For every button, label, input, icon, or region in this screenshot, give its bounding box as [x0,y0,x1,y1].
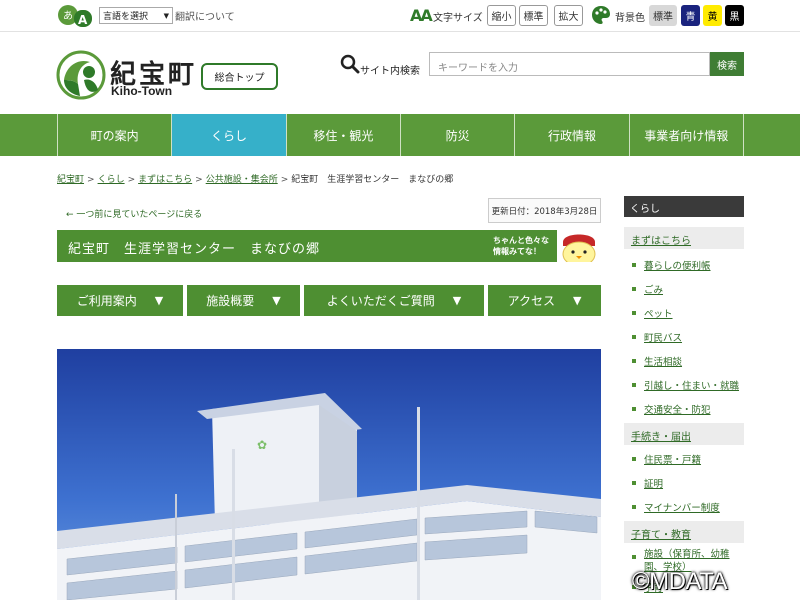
global-nav: 町の案内 くらし 移住・観光 防災 行政情報 事業者向け情報 [0,114,800,156]
font-size-label: 文字サイズ [433,13,483,24]
font-size-icon: AA [410,6,433,25]
triangle-down-icon: ▼ [154,294,164,307]
section-tabs: ご利用案内 ▼ 施設概要 ▼ よくいただくご質問 ▼ アクセス ▼ [57,285,601,316]
sidebar-item[interactable]: ごみ [624,277,744,301]
svg-text:A: A [78,13,88,27]
language-select-value: 言語を選択 [103,12,149,22]
breadcrumb-link[interactable]: 公共施設・集会所 [206,175,278,185]
search-icon [340,54,360,74]
sidebar-item[interactable]: マイナンバー制度 [624,495,744,519]
tab-access[interactable]: アクセス ▼ [488,285,601,316]
tab-label: よくいただくご質問 [326,294,435,308]
facility-photo: ✿ [57,349,601,600]
tab-label: 施設概要 [206,294,255,308]
nav-item-living[interactable]: くらし [171,114,286,156]
mascot-icon [557,230,601,262]
sidebar-item[interactable]: 暮らしの便利帳 [624,253,744,277]
translate-icon: あ A [58,5,92,27]
breadcrumb-link[interactable]: くらし [98,175,125,185]
sidebar-item[interactable]: ペット [624,301,744,325]
font-larger-button[interactable]: 拡大 [554,5,583,26]
sidebar-section-title[interactable]: まずはこちら [624,227,744,249]
sidebar-item[interactable]: 交通安全・防犯 [624,397,744,421]
bg-blue-button[interactable]: 青 [681,5,700,26]
copyright-watermark: ©MDATA [632,568,728,595]
tab-facility-overview[interactable]: 施設概要 ▼ [187,285,300,316]
sidebar-section-title[interactable]: 手続き・届出 [624,423,744,445]
tab-faq[interactable]: よくいただくご質問 ▼ [304,285,484,316]
bg-black-button[interactable]: 黒 [725,5,744,26]
sidebar-item[interactable]: 住民票・戸籍 [624,447,744,471]
breadcrumb-link[interactable]: まずはこちら [138,175,192,185]
chevron-down-icon: ▼ [163,11,169,20]
breadcrumb-current: 紀宝町 生涯学習センター まなびの郷 [291,175,454,185]
sidebar-item[interactable]: 生活相談 [624,349,744,373]
sidebar: くらし まずはこちら 暮らしの便利帳 ごみ ペット 町民バス 生活相談 引越し・… [624,196,744,599]
mascot-message-line: ちゃんと色々な [493,236,549,245]
bg-yellow-button[interactable]: 黄 [703,5,722,26]
updated-date: 更新日付：2018年3月28日 [488,198,601,223]
nav-item-tourism[interactable]: 移住・観光 [285,114,400,156]
page-title: 紀宝町 生涯学習センター まなびの郷 [68,242,321,257]
background-color-label: 背景色 [615,13,645,24]
translation-about-link[interactable]: 翻訳について [175,8,235,23]
town-name-en[interactable]: Kiho-Town [111,84,172,98]
font-smaller-button[interactable]: 縮小 [487,5,516,26]
page-title-band: 紀宝町 生涯学習センター まなびの郷 ちゃんと色々な 情報みてな！ [57,230,601,262]
triangle-down-icon: ▼ [272,294,281,307]
breadcrumb-link[interactable]: 紀宝町 [57,175,84,185]
back-link[interactable]: ← 一つ前に見ていたページに戻る [66,207,202,220]
sidebar-item[interactable]: 証明 [624,471,744,495]
tab-usage-guide[interactable]: ご利用案内 ▼ [57,285,183,316]
top-page-button[interactable]: 総合トップ [201,63,278,90]
font-standard-button[interactable]: 標準 [519,5,548,26]
triangle-down-icon: ▼ [452,294,462,307]
tab-label: ご利用案内 [76,294,137,308]
svg-text:あ: あ [63,10,73,22]
breadcrumb: 紀宝町 > くらし > まずはこちら > 公共施設・集会所 > 紀宝町 生涯学習センター まなび… [57,175,454,185]
nav-item-town-guide[interactable]: 町の案内 [57,114,171,156]
sidebar-section-title[interactable]: 子育て・教育 [624,521,744,543]
bg-standard-button[interactable]: 標準 [649,5,677,26]
nav-item-business[interactable]: 事業者向け情報 [628,114,744,156]
utility-bar: あ A 言語を選択 ▼ 翻訳について AA 文字サイズ 縮小 標準 拡大 背景色… [0,0,800,32]
triangle-down-icon: ▼ [572,294,582,307]
sidebar-item[interactable]: 引越し・住まい・就職 [624,373,744,397]
search-label: サイト内検索 [360,66,420,77]
tab-label: アクセス [507,294,555,308]
sidebar-item[interactable]: 町民バス [624,325,744,349]
sidebar-heading: くらし [624,196,744,217]
mascot-message: ちゃんと色々な 情報みてな！ [493,235,549,257]
language-select[interactable]: 言語を選択 ▼ [99,7,173,24]
search-input[interactable]: キーワードを入力 [429,52,710,76]
mascot-message-line: 情報みてな！ [493,247,541,256]
palette-icon [592,6,610,24]
town-logo-icon[interactable] [56,50,106,100]
svg-text:✿: ✿ [257,438,267,452]
nav-item-admin[interactable]: 行政情報 [514,114,628,156]
search-button[interactable]: 検索 [710,52,744,76]
nav-item-disaster[interactable]: 防災 [399,114,514,156]
